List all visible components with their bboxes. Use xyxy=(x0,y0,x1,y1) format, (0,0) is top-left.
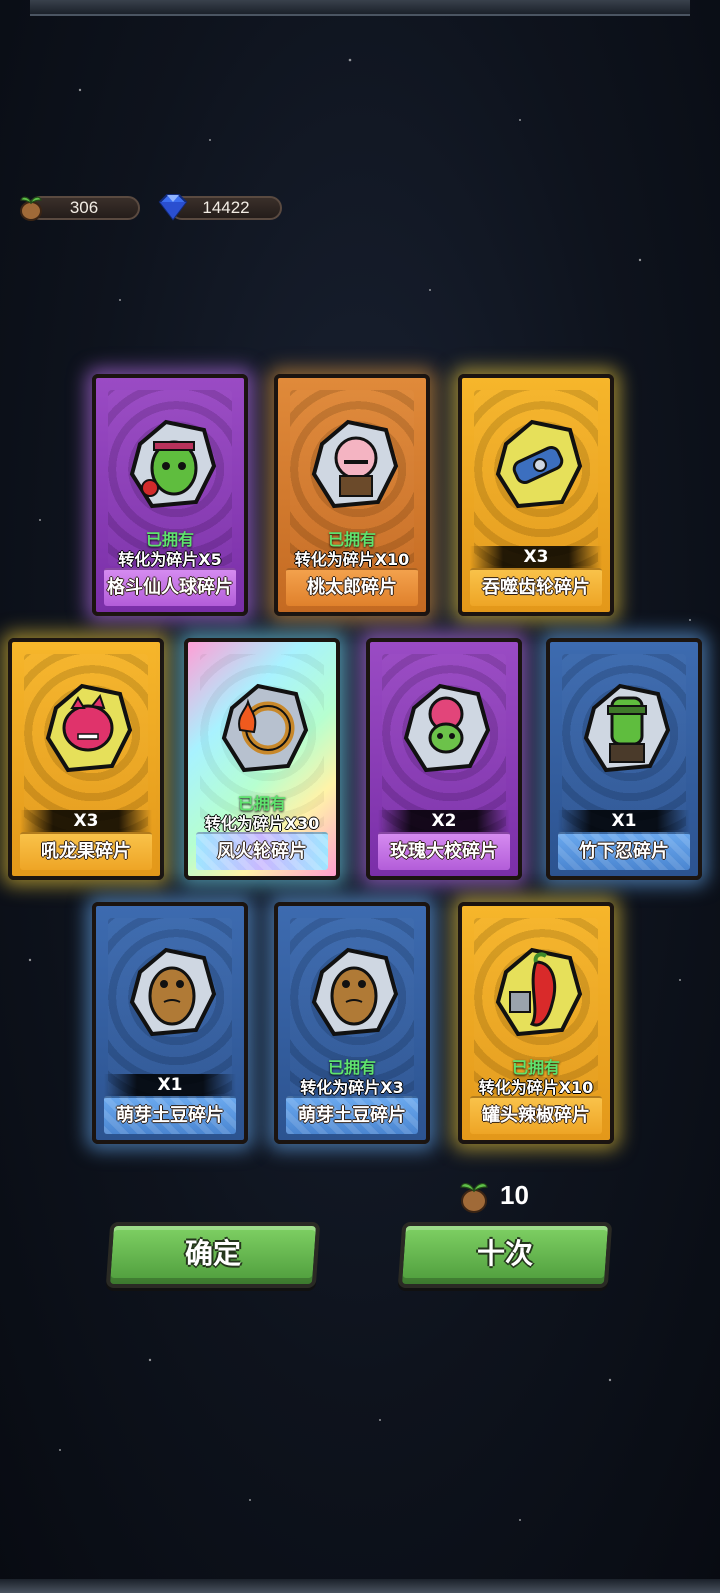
bottom-frame-edge xyxy=(0,1579,720,1593)
card-name: 萌芽土豆碎片 xyxy=(116,1105,224,1126)
convert-label: 转化为碎片X10 xyxy=(478,1078,594,1097)
card-sprout-potato[interactable]: X1 萌芽土豆碎片 xyxy=(92,902,248,1144)
potato-icon xyxy=(129,947,217,1037)
bamboo-ninja-icon xyxy=(583,683,671,773)
convert-label: 转化为碎片X3 xyxy=(300,1078,404,1097)
card-fighting-cactus[interactable]: 已拥有 转化为碎片X5 格斗仙人球碎片 xyxy=(92,374,248,616)
cactus-fighter-icon xyxy=(129,419,217,509)
confirm-button-label: 确定 xyxy=(185,1237,242,1270)
convert-label: 转化为碎片X10 xyxy=(294,550,410,569)
card-name: 吞噬齿轮碎片 xyxy=(482,577,590,598)
card-canned-pepper[interactable]: 已拥有 转化为碎片X10 罐头辣椒碎片 xyxy=(458,902,614,1144)
seed-icon xyxy=(460,1183,488,1213)
top-frame-edge xyxy=(30,0,690,16)
chili-pepper-icon xyxy=(495,947,583,1037)
card-devouring-gear[interactable]: X3 吞噬齿轮碎片 xyxy=(458,374,614,616)
card-momotaro[interactable]: 已拥有 转化为碎片X10 桃太郎碎片 xyxy=(274,374,430,616)
count-label: X1 xyxy=(104,1074,236,1096)
peach-warrior-icon xyxy=(311,419,399,509)
ten-draw-button-label: 十次 xyxy=(477,1237,534,1270)
draw-cost: 10 xyxy=(456,1176,529,1216)
seed-icon xyxy=(20,196,42,221)
count-label: X3 xyxy=(20,810,152,832)
card-name: 吼龙果碎片 xyxy=(41,841,131,862)
card-name: 萌芽土豆碎片 xyxy=(298,1105,406,1126)
potato-icon xyxy=(311,947,399,1037)
card-roaring-dragonfruit[interactable]: X3 吼龙果碎片 xyxy=(8,638,164,880)
card-name: 玫瑰大校碎片 xyxy=(390,841,498,862)
dragonfruit-icon xyxy=(45,683,133,773)
card-name: 桃太郎碎片 xyxy=(307,577,397,598)
diamond-icon xyxy=(158,194,188,221)
draw-cost-value: 10 xyxy=(500,1180,529,1210)
card-name: 风火轮碎片 xyxy=(217,841,307,862)
ten-draw-button[interactable]: 十次 xyxy=(397,1222,613,1288)
fire-wheel-icon xyxy=(221,683,309,773)
seed-count: 306 xyxy=(69,198,99,217)
card-name: 罐头辣椒碎片 xyxy=(482,1105,590,1126)
chainsaw-gear-icon xyxy=(495,419,583,509)
card-rose-colonel[interactable]: X2 玫瑰大校碎片 xyxy=(366,638,522,880)
count-label: X2 xyxy=(378,810,510,832)
confirm-button[interactable]: 确定 xyxy=(105,1222,321,1288)
card-sprout-potato[interactable]: 已拥有 转化为碎片X3 萌芽土豆碎片 xyxy=(274,902,430,1144)
convert-label: 转化为碎片X30 xyxy=(204,814,320,833)
rose-icon xyxy=(403,683,491,773)
count-label: X3 xyxy=(470,546,602,568)
card-name: 格斗仙人球碎片 xyxy=(107,577,233,598)
card-name: 竹下忍碎片 xyxy=(579,841,669,862)
count-label: X1 xyxy=(558,810,690,832)
card-fire-wheel[interactable]: 已拥有 转化为碎片X30 风火轮碎片 xyxy=(184,638,340,880)
convert-label: 转化为碎片X5 xyxy=(118,550,222,569)
card-bamboo-ninja[interactable]: X1 竹下忍碎片 xyxy=(546,638,702,880)
